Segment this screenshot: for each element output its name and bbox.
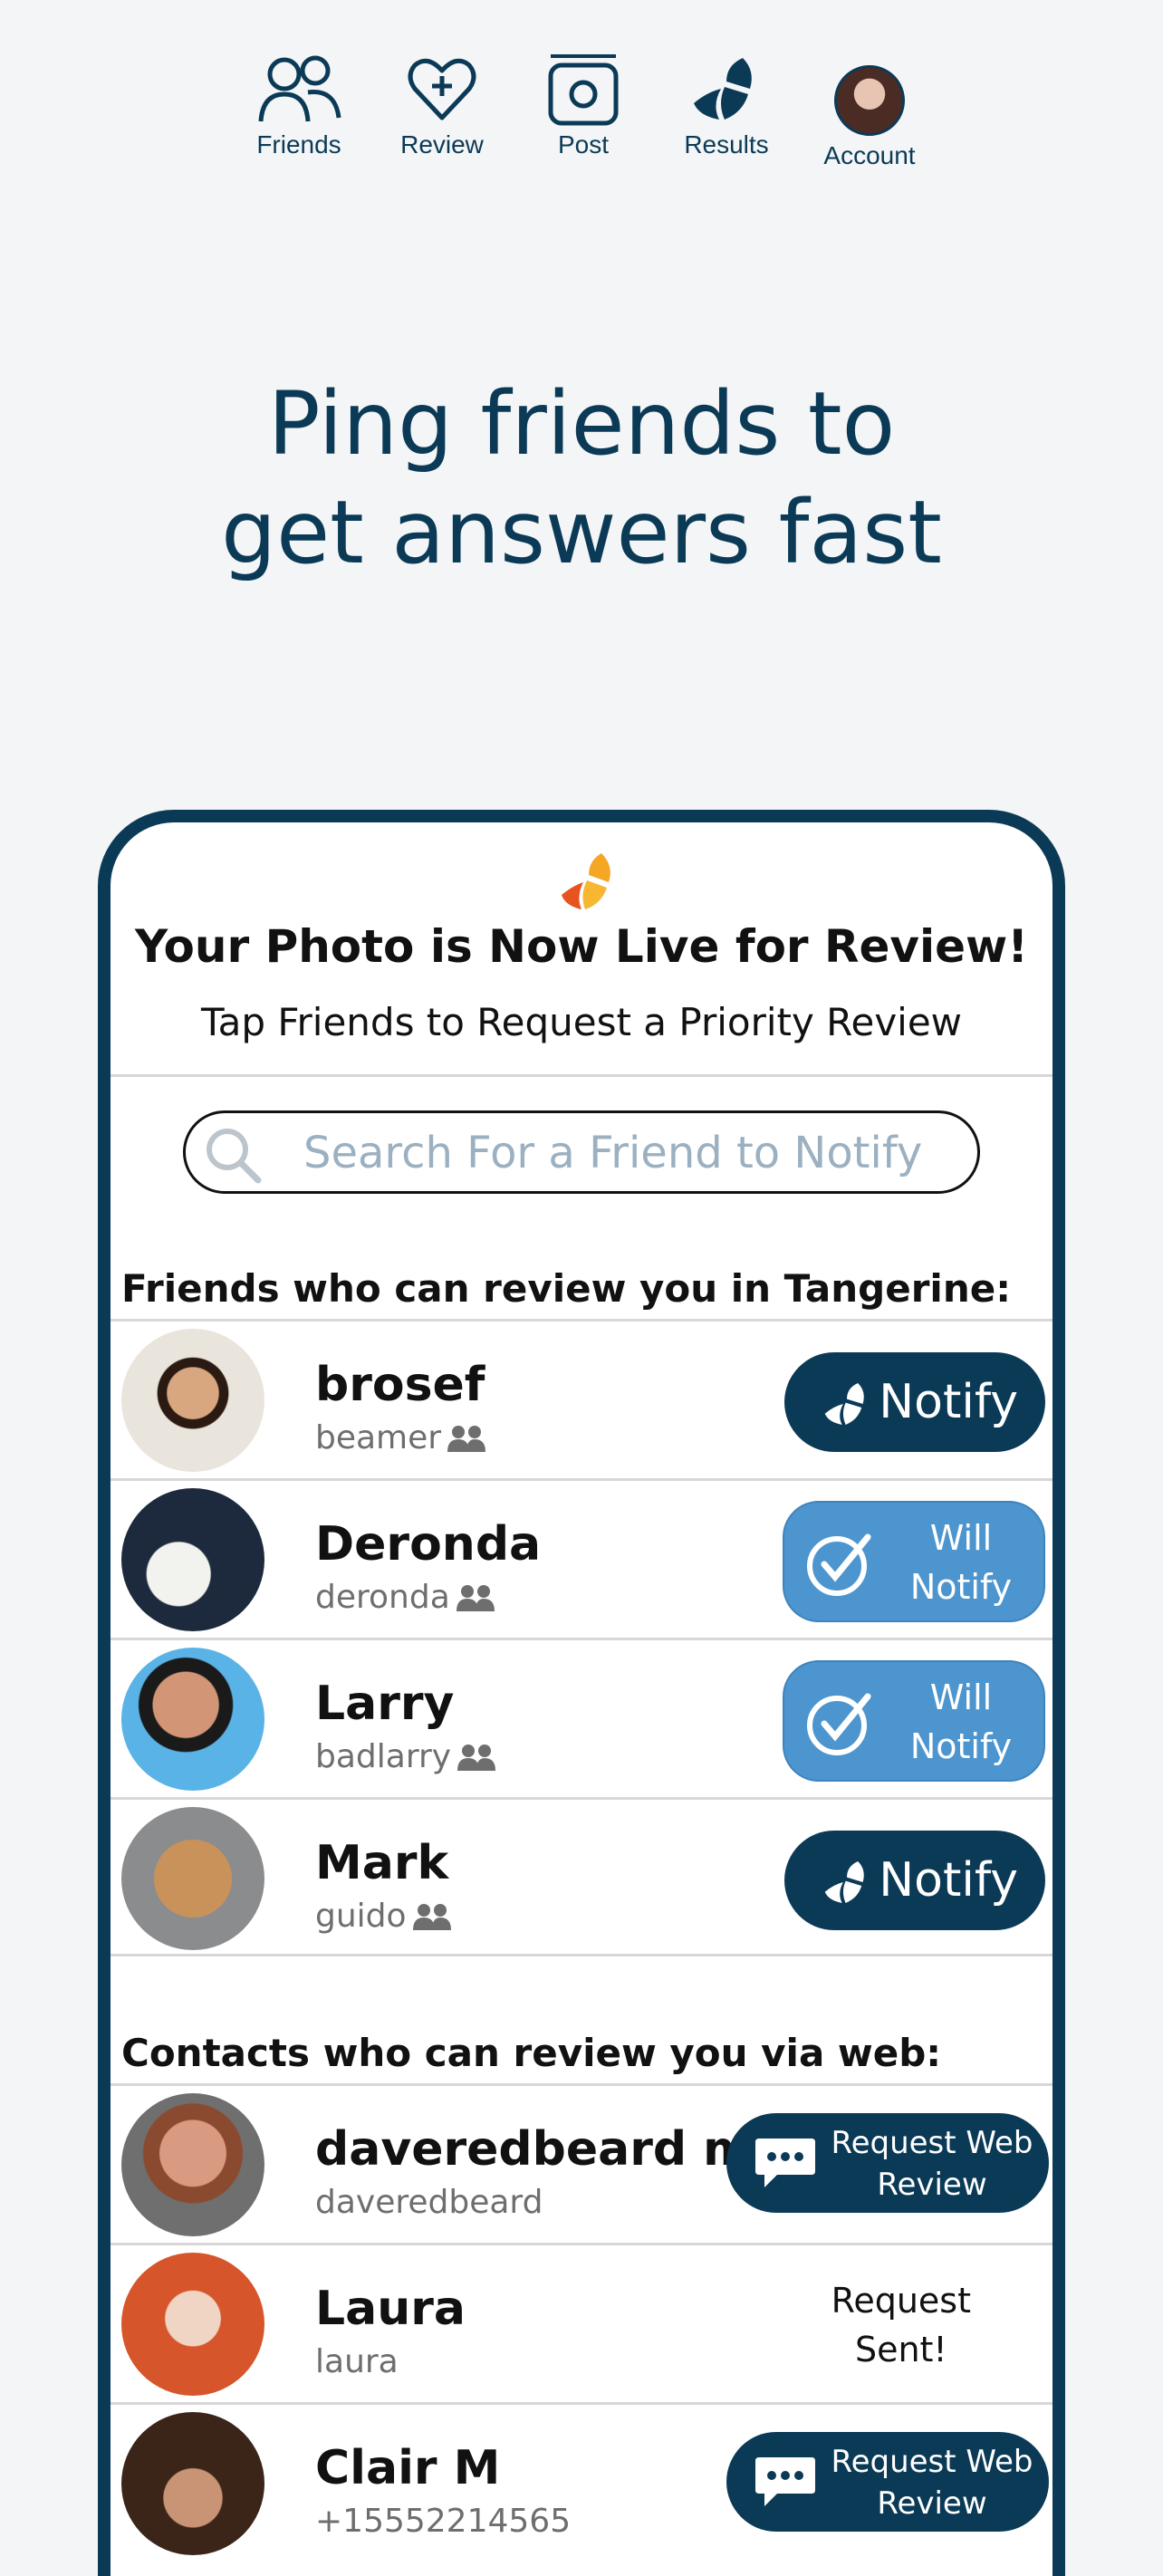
- friend-username: guido: [315, 1898, 452, 1935]
- contacts-section-heading: Contacts who can review you via web:: [121, 2031, 942, 2075]
- friend-search-box[interactable]: [183, 1110, 980, 1194]
- notify-label: Notify: [879, 1853, 1018, 1908]
- avatar: [121, 2253, 264, 2396]
- notify-button[interactable]: Notify: [784, 1831, 1045, 1930]
- search-icon: [207, 1129, 262, 1184]
- avatar: [121, 2093, 264, 2236]
- friends-icon: [258, 55, 341, 122]
- camera-icon: [548, 54, 619, 126]
- nav-review[interactable]: Review: [379, 53, 505, 159]
- avatar: [121, 1807, 264, 1950]
- nav-account[interactable]: Account: [806, 53, 933, 170]
- will-notify-button[interactable]: Will Notify: [783, 1660, 1045, 1782]
- nav-review-label: Review: [400, 130, 484, 159]
- hero-headline: Ping friends to get answers fast: [0, 370, 1163, 587]
- friends-badge-icon: [447, 1426, 486, 1452]
- nav-friends[interactable]: Friends: [235, 53, 362, 159]
- live-subtitle: Tap Friends to Request a Priority Review: [200, 1000, 963, 1044]
- hero-line-2: get answers fast: [221, 482, 942, 583]
- friends-badge-icon: [457, 1745, 496, 1771]
- friend-username: badlarry: [315, 1738, 496, 1775]
- avatar: [121, 2412, 264, 2555]
- nav-account-label: Account: [823, 141, 916, 169]
- notify-button[interactable]: Notify: [784, 1352, 1045, 1452]
- will-notify-button[interactable]: Will Notify: [783, 1501, 1045, 1622]
- hero-line-1: Ping friends to: [267, 373, 896, 475]
- friend-username: deronda: [315, 1579, 495, 1616]
- heart-plus-icon: [408, 58, 476, 120]
- friend-name: Larry: [315, 1677, 455, 1731]
- friend-username: beamer: [315, 1419, 486, 1456]
- nav-results[interactable]: Results: [663, 53, 790, 159]
- friend-row: Larry badlarry Will Notify: [111, 1638, 1052, 1797]
- nav-results-label: Results: [684, 130, 769, 159]
- check-circle-icon: [807, 1533, 871, 1596]
- request-sent-status: Request Sent!: [831, 2281, 971, 2369]
- tangerine-slices-icon: [824, 1383, 864, 1425]
- friends-badge-icon: [412, 1904, 451, 1930]
- friends-section-heading: Friends who can review you in Tangerine:: [121, 1266, 1011, 1311]
- account-avatar: [834, 65, 905, 136]
- contact-row: Clair M +15552214565 Request Web Review: [111, 2402, 1052, 2562]
- chat-bubble-icon: [755, 2139, 815, 2187]
- avatar: [121, 1488, 264, 1631]
- tangerine-logo-icon: [562, 853, 610, 909]
- request-web-review-button[interactable]: Request Web Review: [726, 2113, 1049, 2213]
- notify-label: Notify: [879, 1375, 1018, 1429]
- chat-bubble-icon: [755, 2457, 815, 2506]
- contact-username: laura: [315, 2343, 399, 2380]
- nav-friends-label: Friends: [256, 130, 341, 159]
- friend-name: Deronda: [315, 1517, 542, 1572]
- contact-username: daveredbeard: [315, 2184, 543, 2221]
- friend-name: Mark: [315, 1836, 449, 1890]
- nav-post-label: Post: [557, 130, 610, 159]
- friend-search-input[interactable]: [302, 1122, 957, 1184]
- phone-mockup: Your Photo is Now Live for Review! Tap F…: [98, 810, 1065, 2576]
- request-web-review-button[interactable]: Request Web Review: [726, 2432, 1049, 2532]
- nav-post[interactable]: Post: [520, 53, 647, 159]
- live-title: Your Photo is Now Live for Review!: [134, 920, 1029, 973]
- top-nav: Friends Review Post Results Account: [0, 53, 1163, 179]
- tangerine-slices-icon: [824, 1861, 864, 1903]
- contact-row: Laura laura Request Sent!: [111, 2243, 1052, 2402]
- tangerine-slices-icon: [694, 58, 752, 120]
- contact-name: Clair M: [315, 2441, 501, 2495]
- divider: [111, 1074, 1052, 1077]
- contact-username: +15552214565: [315, 2503, 572, 2540]
- avatar: [121, 1329, 264, 1472]
- friend-name: brosef: [315, 1358, 485, 1412]
- contact-name: Laura: [315, 2282, 466, 2336]
- friends-badge-icon: [456, 1585, 495, 1611]
- avatar: [121, 1648, 264, 1791]
- contact-row: daveredbeard m... daveredbeard Request W…: [111, 2083, 1052, 2243]
- friend-row: brosef beamer Notify: [111, 1319, 1052, 1478]
- friend-row: Deronda deronda Will Notify: [111, 1478, 1052, 1638]
- check-circle-icon: [807, 1693, 871, 1755]
- friend-row: Mark guido Notify: [111, 1797, 1052, 1956]
